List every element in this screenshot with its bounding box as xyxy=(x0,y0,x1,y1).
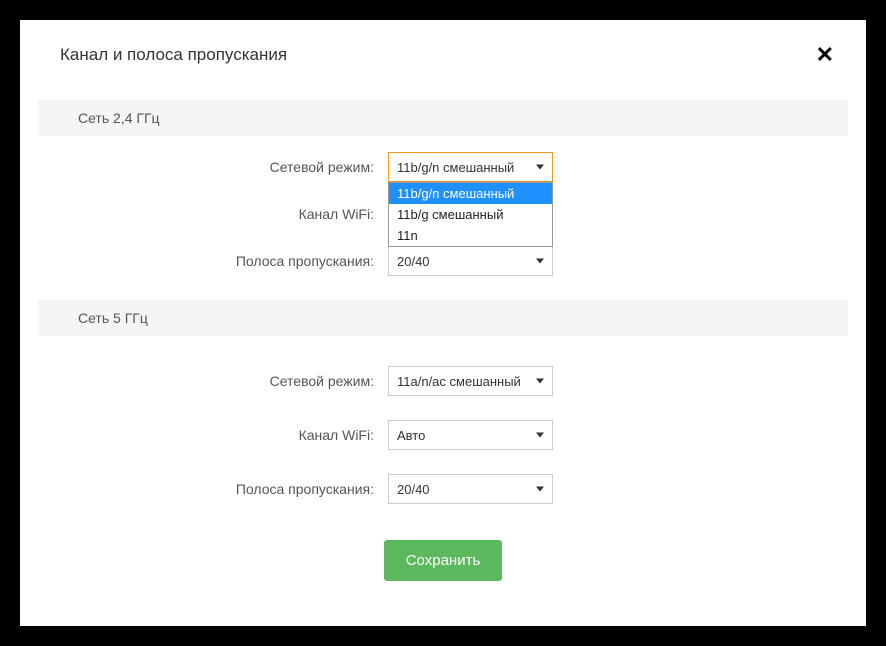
label-24-bandwidth: Полоса пропускания: xyxy=(20,253,388,269)
option-24-mode-1[interactable]: 11b/g смешанный xyxy=(389,204,552,225)
row-5-mode: Сетевой режим: 11a/n/ac смешанный xyxy=(20,366,866,396)
option-24-mode-2[interactable]: 11n xyxy=(389,225,552,246)
label-24-channel: Канал WiFi: xyxy=(20,206,388,222)
select-24-mode-value: 11b/g/n смешанный xyxy=(397,160,514,175)
section-24ghz-header: Сеть 2,4 ГГц xyxy=(38,100,848,136)
select-5-bandwidth[interactable]: 20/40 xyxy=(388,474,553,504)
row-5-bandwidth: Полоса пропускания: 20/40 xyxy=(20,474,866,504)
label-24-mode: Сетевой режим: xyxy=(20,159,388,175)
option-24-mode-0[interactable]: 11b/g/n смешанный xyxy=(389,183,552,204)
label-5-channel: Канал WiFi: xyxy=(20,427,388,443)
row-24-mode: Сетевой режим: 11b/g/n смешанный 11b/g/n… xyxy=(20,152,866,182)
select-24-bandwidth[interactable]: 20/40 xyxy=(388,246,553,276)
modal-header: Канал и полоса пропускания ✕ xyxy=(20,20,866,94)
section-5ghz-header: Сеть 5 ГГц xyxy=(38,300,848,336)
modal-footer: Сохранить xyxy=(20,540,866,581)
save-button[interactable]: Сохранить xyxy=(384,540,503,581)
channel-bandwidth-modal: Канал и полоса пропускания ✕ Сеть 2,4 ГГ… xyxy=(20,20,866,626)
select-5-channel-value: Авто xyxy=(397,428,425,443)
modal-title: Канал и полоса пропускания xyxy=(60,45,287,65)
dropdown-24-mode: 11b/g/n смешанный 11b/g смешанный 11n xyxy=(388,182,553,247)
select-5-mode-value: 11a/n/ac смешанный xyxy=(397,374,521,389)
label-5-mode: Сетевой режим: xyxy=(20,373,388,389)
select-5-mode[interactable]: 11a/n/ac смешанный xyxy=(388,366,553,396)
select-24-mode[interactable]: 11b/g/n смешанный xyxy=(388,152,553,182)
row-24-bandwidth: Полоса пропускания: 20/40 xyxy=(20,246,866,276)
close-icon[interactable]: ✕ xyxy=(808,40,842,70)
select-5-channel[interactable]: Авто xyxy=(388,420,553,450)
row-5-channel: Канал WiFi: Авто xyxy=(20,420,866,450)
select-5-bandwidth-value: 20/40 xyxy=(397,482,430,497)
label-5-bandwidth: Полоса пропускания: xyxy=(20,481,388,497)
select-24-bandwidth-value: 20/40 xyxy=(397,254,430,269)
